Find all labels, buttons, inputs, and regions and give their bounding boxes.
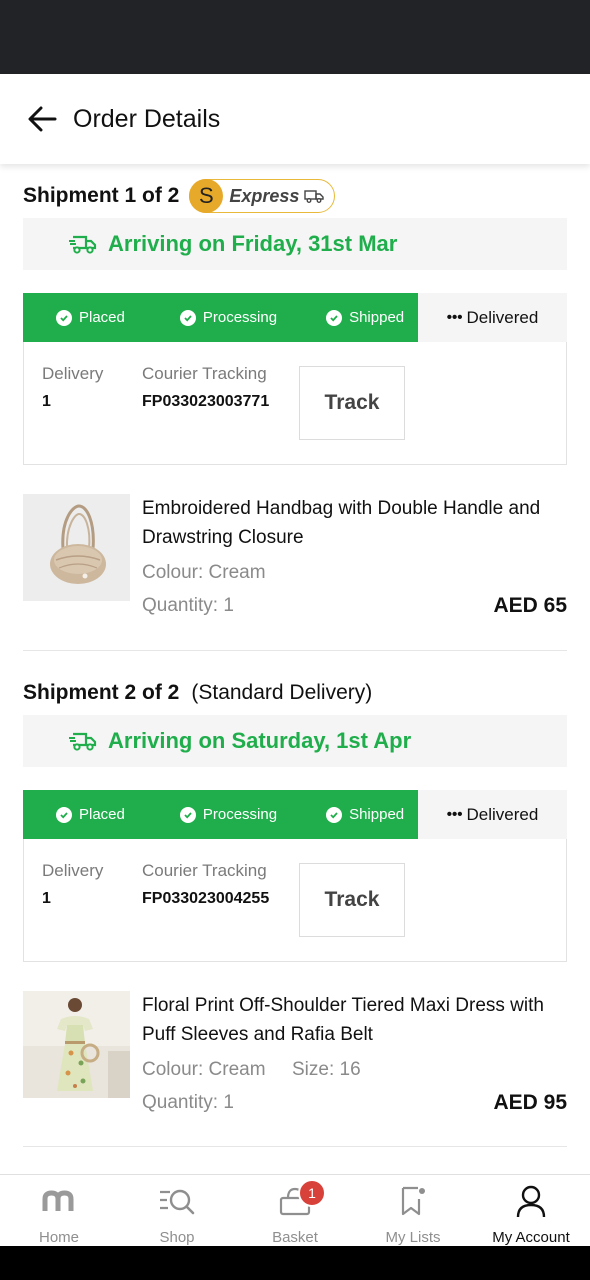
delivery-truck-icon xyxy=(68,730,98,752)
tab-shop[interactable]: Shop xyxy=(118,1175,236,1246)
arrival-banner: Arriving on Friday, 31st Mar xyxy=(23,218,567,270)
page-title: Order Details xyxy=(73,104,221,133)
status-bar xyxy=(0,0,590,74)
back-button[interactable] xyxy=(22,99,62,139)
courier-tracking-number: FP033023004255 xyxy=(142,890,270,907)
basket-count-badge: 1 xyxy=(298,1179,326,1207)
step-processing: Processing xyxy=(179,309,278,326)
tab-label: My Lists xyxy=(385,1229,441,1246)
completed-steps: Placed Processing Shipped xyxy=(23,293,418,342)
completed-steps: Placed Processing Shipped xyxy=(23,790,418,839)
system-nav-bar xyxy=(0,1246,590,1280)
product-name[interactable]: Embroidered Handbag with Double Handle a… xyxy=(142,494,567,552)
tab-home[interactable]: Home xyxy=(0,1175,118,1246)
delivery-label: Delivery xyxy=(42,364,104,383)
tab-basket[interactable]: 1 Basket xyxy=(236,1175,354,1246)
delivery-value: 1 xyxy=(42,393,51,410)
account-icon xyxy=(515,1181,547,1220)
tab-label: Basket xyxy=(272,1229,318,1246)
check-icon xyxy=(326,309,343,326)
step-placed: Placed xyxy=(56,806,125,823)
product-price: AED 95 xyxy=(493,1091,567,1114)
step-label: Processing xyxy=(202,806,278,823)
order-progress: Placed Processing Shipped ••• Delivered xyxy=(23,293,567,342)
shop-search-icon xyxy=(158,1181,196,1220)
product-colour: Colour: Cream xyxy=(142,1059,266,1080)
step-label: Shipped xyxy=(349,309,405,326)
truck-icon xyxy=(304,189,325,203)
order-progress: Placed Processing Shipped ••• Delivered xyxy=(23,790,567,839)
product-size: Size: 16 xyxy=(292,1059,361,1080)
tab-my-lists[interactable]: My Lists xyxy=(354,1175,472,1246)
express-logo-icon: S xyxy=(189,179,224,213)
home-m-logo-icon xyxy=(42,1181,76,1220)
step-label: Processing xyxy=(202,309,278,326)
step-delivered: ••• Delivered xyxy=(418,790,567,839)
step-shipped: Shipped xyxy=(326,806,404,823)
courier-tracking-label: Courier Tracking xyxy=(142,364,267,383)
order-item[interactable]: Embroidered Handbag with Double Handle a… xyxy=(23,494,567,624)
bottom-tab-bar: Home Shop 1 Basket My Lists My Account xyxy=(0,1174,590,1246)
shipment-title: Shipment 2 of 2 xyxy=(23,681,180,704)
order-item[interactable]: Floral Print Off-Shoulder Tiered Maxi Dr… xyxy=(23,991,567,1121)
dress-image xyxy=(23,991,130,1098)
product-quantity: Quantity: 1 xyxy=(142,1092,234,1113)
tab-label: Shop xyxy=(159,1229,195,1246)
step-label: Shipped xyxy=(349,806,405,823)
app-header: Order Details xyxy=(0,74,590,164)
product-name[interactable]: Floral Print Off-Shoulder Tiered Maxi Dr… xyxy=(142,991,567,1049)
product-image[interactable] xyxy=(23,494,130,601)
delivery-label: Delivery xyxy=(42,861,104,880)
step-label: Delivered xyxy=(466,804,539,824)
tab-my-account[interactable]: My Account xyxy=(472,1175,590,1246)
track-button[interactable]: Track xyxy=(299,863,405,937)
track-button[interactable]: Track xyxy=(299,366,405,440)
courier-tracking-number: FP033023003771 xyxy=(142,393,270,410)
product-image[interactable] xyxy=(23,991,130,1098)
pending-dots-icon: ••• xyxy=(446,309,463,326)
check-icon xyxy=(179,806,196,823)
bookmark-icon xyxy=(398,1181,428,1220)
handbag-image xyxy=(23,494,130,601)
tracking-card: Delivery 1 Courier Tracking FP0330230037… xyxy=(23,342,567,465)
product-quantity: Quantity: 1 xyxy=(142,595,234,616)
arrival-banner: Arriving on Saturday, 1st Apr xyxy=(23,715,567,767)
check-icon xyxy=(179,309,196,326)
tracking-card: Delivery 1 Courier Tracking FP0330230042… xyxy=(23,839,567,962)
delivery-truck-icon xyxy=(68,233,98,255)
shipment-title: Shipment 1 of 2 xyxy=(23,184,180,207)
divider xyxy=(23,650,567,651)
product-colour: Colour: Cream xyxy=(142,562,266,583)
back-arrow-icon xyxy=(28,106,57,132)
step-label: Delivered xyxy=(466,307,539,327)
tab-label: My Account xyxy=(492,1229,570,1246)
delivery-type: (Standard Delivery) xyxy=(191,681,373,704)
step-label: Placed xyxy=(79,309,125,326)
arrival-text: Arriving on Saturday, 1st Apr xyxy=(108,728,412,753)
check-icon xyxy=(56,309,72,326)
divider xyxy=(23,1146,567,1147)
delivery-value: 1 xyxy=(42,890,51,907)
step-placed: Placed xyxy=(56,309,125,326)
check-icon xyxy=(326,806,343,823)
shipment-2-header: Shipment 2 of 2 (Standard Delivery) xyxy=(23,673,372,713)
step-label: Placed xyxy=(79,806,125,823)
step-shipped: Shipped xyxy=(326,309,404,326)
express-badge: S Express xyxy=(189,179,336,213)
courier-tracking-label: Courier Tracking xyxy=(142,861,267,880)
shipment-1-header: Shipment 1 of 2 S Express xyxy=(23,176,336,216)
step-processing: Processing xyxy=(179,806,278,823)
step-delivered: ••• Delivered xyxy=(418,293,567,342)
product-price: AED 65 xyxy=(493,594,567,617)
order-content: Shipment 1 of 2 S Express Arriving on Fr… xyxy=(0,164,590,1174)
express-label: Express xyxy=(229,185,300,206)
pending-dots-icon: ••• xyxy=(446,806,463,823)
arrival-text: Arriving on Friday, 31st Mar xyxy=(108,231,398,256)
check-icon xyxy=(56,806,72,823)
tab-label: Home xyxy=(38,1229,79,1246)
